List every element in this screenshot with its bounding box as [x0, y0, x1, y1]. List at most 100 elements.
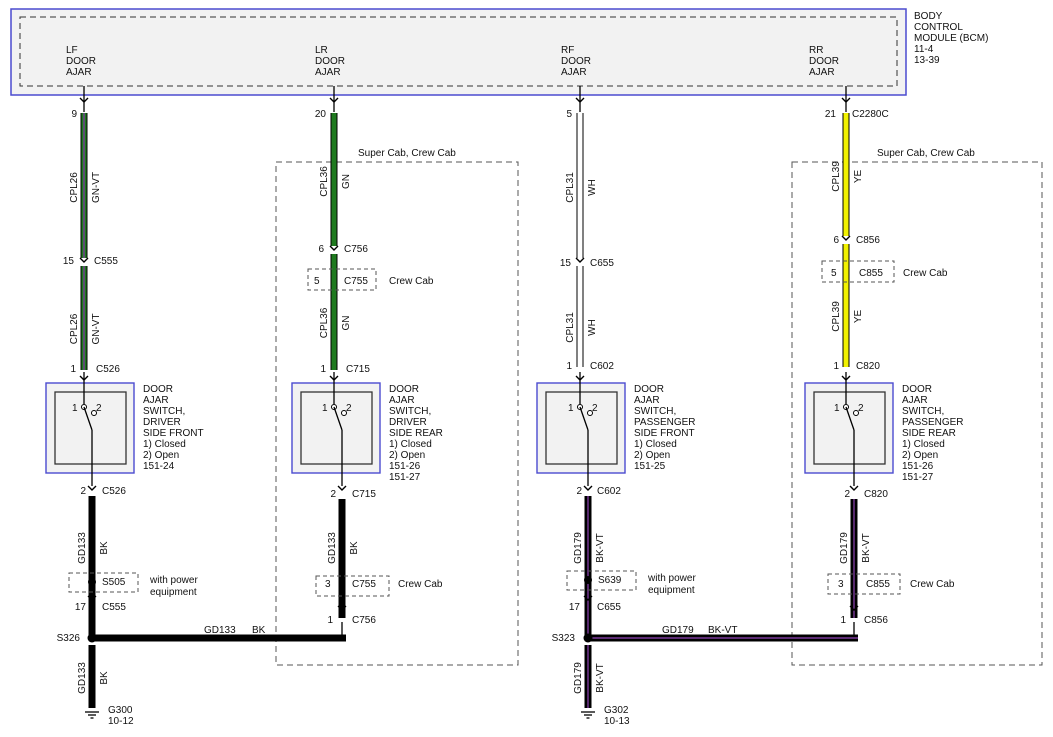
switch-label-line: 1) Closed [389, 439, 432, 450]
connector-chevron [849, 485, 859, 491]
switch-label-line: SWITCH, [902, 406, 944, 417]
wire-circuit: CPL31 [565, 172, 576, 203]
svg-text:AJAR: AJAR [66, 67, 92, 78]
pin-number: 20 [315, 109, 327, 120]
pin-number: 1 [840, 615, 846, 626]
ground-name: G300 [108, 705, 133, 716]
wire-circuit: GD133 [77, 532, 88, 564]
switch-pin: 1 [72, 403, 78, 414]
pin-number: 6 [318, 244, 324, 255]
connector-name: C2280C [852, 109, 889, 120]
svg-text:AJAR: AJAR [809, 67, 835, 78]
switch-label-line: 151-26 [389, 461, 421, 472]
wire-color: BK [349, 541, 360, 555]
wire-color: WH [587, 319, 598, 336]
pin-number: 5 [831, 268, 837, 279]
wire-circuit: CPL39 [831, 161, 842, 192]
svg-text:LR: LR [315, 45, 328, 56]
wire-circuit: CPL26 [69, 172, 80, 203]
option-label: Crew Cab [910, 579, 955, 590]
connector-chevron [575, 257, 585, 263]
pin-number: 21 [825, 109, 837, 120]
wire-color: GN [341, 174, 352, 189]
connector-name: C756 [344, 244, 368, 255]
bcm-name-line: BODY [914, 11, 943, 22]
wire-circuit: CPL31 [565, 312, 576, 343]
switch-label-line: 151-27 [902, 472, 934, 483]
pin-number: 3 [838, 579, 844, 590]
ground-name: G302 [604, 705, 629, 716]
splice-name: S505 [102, 577, 126, 588]
wire-color: BK-VT [595, 533, 606, 562]
connector-chevron [583, 485, 593, 491]
switch-label-line: 151-24 [143, 461, 175, 472]
switch-label-line: 1) Closed [634, 439, 677, 450]
switch-pin: 1 [568, 403, 574, 414]
pin-number: 5 [314, 276, 320, 287]
switch-label-line: AJAR [634, 395, 660, 406]
svg-text:DOOR: DOOR [315, 56, 345, 67]
switches: 1 2DOORAJARSWITCH,DRIVERSIDE FRONT1) Clos… [45, 372, 964, 486]
bcm-name-line: CONTROL [914, 22, 963, 33]
ground-icon [581, 711, 595, 719]
wire-circuit: GD179 [839, 532, 850, 564]
connector-name: C820 [856, 361, 880, 372]
connector-name: C755 [344, 276, 368, 287]
wire-circuit: CPL26 [69, 313, 80, 344]
switch-pin: 1 [322, 403, 328, 414]
connector-chevron [79, 257, 89, 263]
ground-ref: 10-13 [604, 716, 630, 727]
connector-name: C555 [94, 256, 118, 267]
connector-name: C526 [102, 486, 126, 497]
switch-label-line: 1) Closed [902, 439, 945, 450]
pin-number: 1 [327, 615, 333, 626]
svg-text:RR: RR [809, 45, 823, 56]
connector-name: C755 [352, 579, 376, 590]
wire-color: BK-VT [595, 663, 606, 692]
switch-label-line: SWITCH, [143, 406, 185, 417]
connector-name: C655 [597, 602, 621, 613]
connector-name: C602 [590, 361, 614, 372]
wire-circuit: CPL39 [831, 301, 842, 332]
switch-label-line: DOOR [143, 384, 173, 395]
switch-pin: 2 [592, 403, 598, 414]
wire-color: BK-VT [708, 625, 737, 636]
door-ajar-switch: 1 2 DOORAJARSWITCH,PASSENGERSIDE FRONT1) C… [536, 372, 696, 486]
ground-ref: 10-12 [108, 716, 134, 727]
splice-dot [88, 578, 96, 586]
connector-chevron [87, 485, 97, 491]
pin-number: 15 [63, 256, 75, 267]
bcm-name-line: 13-39 [914, 55, 940, 66]
connector-name: C715 [352, 489, 376, 500]
connector-name: C820 [864, 489, 888, 500]
ground-icon [85, 711, 99, 719]
wire-color: BK-VT [861, 533, 872, 562]
switch-pin: 2 [858, 403, 864, 414]
connector-chevron [337, 485, 347, 491]
wire-circuit: GD179 [573, 532, 584, 564]
switch-label-line: DOOR [389, 384, 419, 395]
svg-text:RF: RF [561, 45, 574, 56]
connector-name: C602 [597, 486, 621, 497]
switch-label-line: PASSENGER [634, 417, 696, 428]
connector-name: C855 [859, 268, 883, 279]
connector-name: C526 [96, 364, 120, 375]
pin-number: 2 [80, 486, 86, 497]
splice-dot [87, 633, 97, 643]
bcm-name-line: 11-4 [914, 44, 934, 55]
switch-label-line: AJAR [143, 395, 169, 406]
option-label: Crew Cab [389, 276, 434, 287]
connector-chevron [329, 245, 339, 251]
switch-label-line: SIDE REAR [902, 428, 956, 439]
switch-label-line: SWITCH, [634, 406, 676, 417]
bcm-name-line: MODULE (BCM) [914, 33, 988, 44]
option-label: Super Cab, Crew Cab [358, 148, 456, 159]
wire-color: GN-VT [91, 172, 102, 203]
splice-name: S326 [57, 633, 81, 644]
switch-label-line: DRIVER [143, 417, 181, 428]
wire-color: BK [99, 671, 110, 685]
bcm-module: BODY CONTROL MODULE (BCM) 11-4 13-39 [10, 8, 988, 96]
wire-color: BK [99, 541, 110, 555]
switch-label-line: 151-25 [634, 461, 666, 472]
wire-circuit: GD179 [573, 662, 584, 694]
